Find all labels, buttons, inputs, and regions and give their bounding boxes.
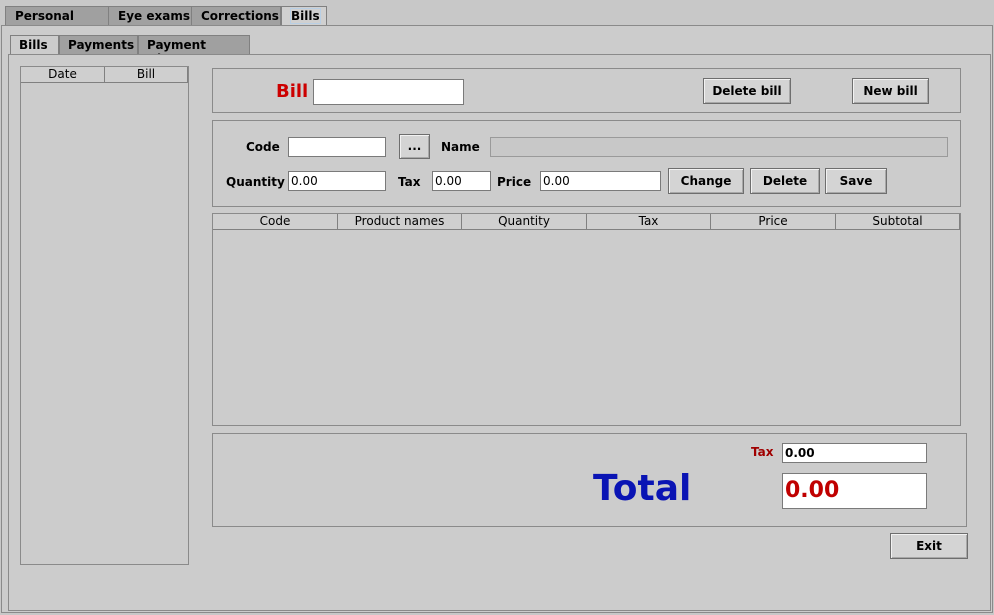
tax-field[interactable]: 0.00 xyxy=(432,171,491,191)
subtab-payment-history[interactable]: Payment History xyxy=(138,35,250,66)
column-header-product-names[interactable]: Product names xyxy=(338,214,462,230)
save-item-button[interactable]: Save xyxy=(825,168,887,194)
column-header-subtotal[interactable]: Subtotal xyxy=(836,214,960,230)
name-label: Name xyxy=(441,140,480,154)
delete-item-button[interactable]: Delete xyxy=(750,168,820,194)
bill-items-table[interactable]: Code Product names Quantity Tax Price Su… xyxy=(212,213,961,426)
tab-personal-data[interactable]: Personal Data xyxy=(5,6,109,37)
bill-list-table[interactable]: Date Bill xyxy=(20,66,189,565)
tab-label: Bills xyxy=(290,8,321,24)
bill-number-field[interactable] xyxy=(313,79,464,105)
delete-bill-button[interactable]: Delete bill xyxy=(703,78,791,104)
quantity-field[interactable]: 0.00 xyxy=(288,171,386,191)
column-header-price[interactable]: Price xyxy=(711,214,836,230)
subtab-label: Bills xyxy=(19,38,48,52)
subtab-bills[interactable]: Bills xyxy=(10,35,59,56)
exit-button[interactable]: Exit xyxy=(890,533,968,559)
tab-eye-exams[interactable]: Eye exams xyxy=(108,6,192,26)
tab-corrections[interactable]: Corrections xyxy=(191,6,281,26)
code-label: Code xyxy=(246,140,280,154)
total-amount-field[interactable]: 0.00 xyxy=(782,473,927,509)
total-tax-field[interactable]: 0.00 xyxy=(782,443,927,463)
tax-label: Tax xyxy=(398,175,421,189)
column-header-bill[interactable]: Bill xyxy=(105,67,188,83)
total-label: Total xyxy=(593,468,692,509)
tab-label: Eye exams xyxy=(118,9,190,23)
name-field[interactable] xyxy=(490,137,948,157)
tab-label: Corrections xyxy=(201,9,279,23)
bill-header-group: Bill Delete bill New bill xyxy=(212,68,961,113)
price-field[interactable]: 0.00 xyxy=(540,171,661,191)
bill-label: Bill xyxy=(276,81,309,102)
browse-code-button[interactable]: ... xyxy=(399,134,430,159)
item-entry-group: Code ... Name Quantity 0.00 Tax 0.00 Pri… xyxy=(212,120,961,207)
subtab-label: Payments xyxy=(68,38,135,52)
price-label: Price xyxy=(497,175,532,189)
totals-group: Tax 0.00 Total 0.00 xyxy=(212,433,967,527)
new-bill-button[interactable]: New bill xyxy=(852,78,929,104)
column-header-tax[interactable]: Tax xyxy=(587,214,711,230)
total-tax-label: Tax xyxy=(751,445,774,459)
code-field[interactable] xyxy=(288,137,386,157)
column-header-date[interactable]: Date xyxy=(21,67,105,83)
column-header-quantity[interactable]: Quantity xyxy=(462,214,587,230)
subtab-payments[interactable]: Payments xyxy=(59,35,138,55)
quantity-label: Quantity xyxy=(226,175,285,189)
tab-bills[interactable]: Bills xyxy=(281,6,327,27)
column-header-code[interactable]: Code xyxy=(213,214,338,230)
change-button[interactable]: Change xyxy=(668,168,744,194)
